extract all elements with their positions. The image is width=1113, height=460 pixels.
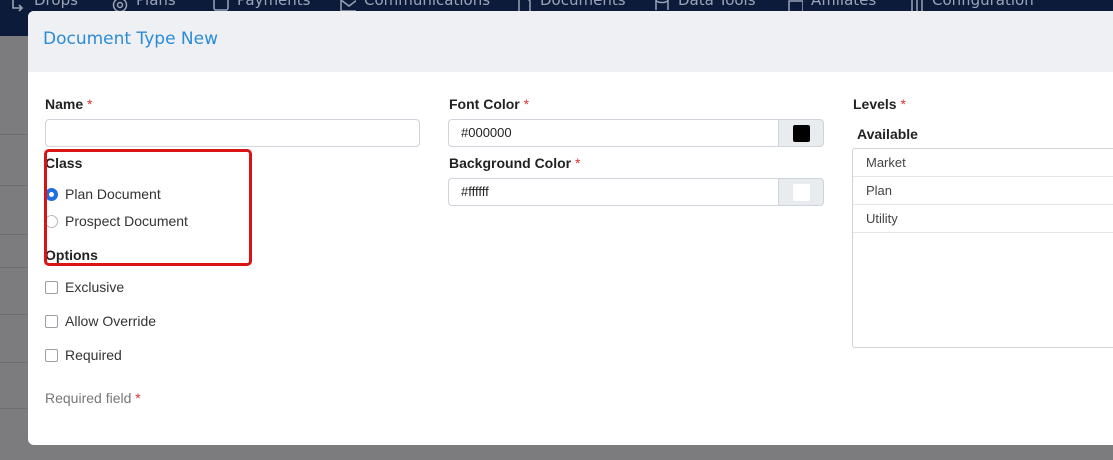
required-asterisk: *: [87, 96, 93, 112]
list-item[interactable]: Plan: [853, 177, 1113, 205]
required-asterisk: *: [523, 96, 530, 112]
checkbox[interactable]: [45, 314, 58, 328]
radio-plan-document[interactable]: Plan Document: [45, 186, 161, 202]
font-color-field: #000000: [448, 119, 824, 147]
checkbox-allow-override[interactable]: Allow Override: [45, 313, 156, 329]
font-color-input[interactable]: #000000: [448, 119, 778, 147]
arrow-down-icon: [10, 0, 26, 14]
background-divider: [0, 408, 28, 409]
font-color-swatch: [792, 124, 810, 142]
nav-item-label: Affiliates: [811, 0, 877, 9]
radio-label: Prospect Document: [65, 213, 188, 229]
background-divider: [0, 267, 28, 268]
background-divider: [0, 362, 28, 363]
font-color-label: Font Color *: [449, 96, 530, 112]
document-type-modal: Document Type New Name * Class Plan Docu…: [28, 11, 1113, 445]
name-label: Name *: [45, 96, 93, 112]
nav-item-label: Documents: [540, 0, 626, 9]
nav-item-label: Communications: [364, 0, 491, 9]
nav-item-label: Payments: [237, 0, 311, 9]
list-item[interactable]: Utility: [853, 205, 1113, 233]
checkbox-required[interactable]: Required: [45, 347, 122, 363]
checkbox-label: Allow Override: [65, 313, 157, 329]
nav-item-label: Drops: [34, 0, 78, 9]
background-color-input[interactable]: #ffffff: [448, 178, 778, 206]
modal-title: Document Type New: [43, 29, 219, 49]
checkbox-label: Required: [65, 347, 122, 363]
checkbox[interactable]: [45, 348, 58, 362]
nav-item-label: Plans: [136, 0, 176, 9]
radio-button[interactable]: [45, 187, 58, 201]
required-field-note: Required field *: [45, 390, 141, 406]
options-label: Options: [45, 247, 98, 263]
modal-header: Document Type New: [28, 11, 1113, 72]
list-item[interactable]: Market: [853, 149, 1113, 177]
background-color-field: #ffffff: [448, 178, 824, 206]
radio-prospect-document[interactable]: Prospect Document: [45, 213, 188, 229]
background-divider: [0, 185, 28, 186]
radio-label: Plan Document: [65, 186, 161, 202]
checkbox-label: Exclusive: [65, 279, 125, 295]
background-color-swatch: [792, 183, 810, 201]
available-levels-list[interactable]: Market Plan Utility: [852, 148, 1113, 348]
checkbox-exclusive[interactable]: Exclusive: [45, 279, 124, 295]
available-label: Available: [857, 126, 918, 142]
background-color-label: Background Color *: [449, 155, 581, 171]
class-label: Class: [45, 155, 83, 171]
nav-item-label: Data Tools: [678, 0, 756, 9]
levels-label: Levels *: [853, 96, 906, 112]
font-color-picker[interactable]: [778, 119, 824, 147]
checkbox[interactable]: [45, 280, 58, 294]
background-divider: [0, 314, 28, 315]
radio-button[interactable]: [45, 214, 58, 228]
background-color-picker[interactable]: [778, 178, 824, 206]
required-asterisk: *: [900, 96, 906, 112]
nav-item-label: Configuration: [932, 0, 1034, 9]
background-divider: [0, 134, 28, 135]
name-input[interactable]: [45, 119, 420, 147]
background-divider: [0, 234, 28, 235]
required-asterisk: *: [575, 155, 581, 171]
